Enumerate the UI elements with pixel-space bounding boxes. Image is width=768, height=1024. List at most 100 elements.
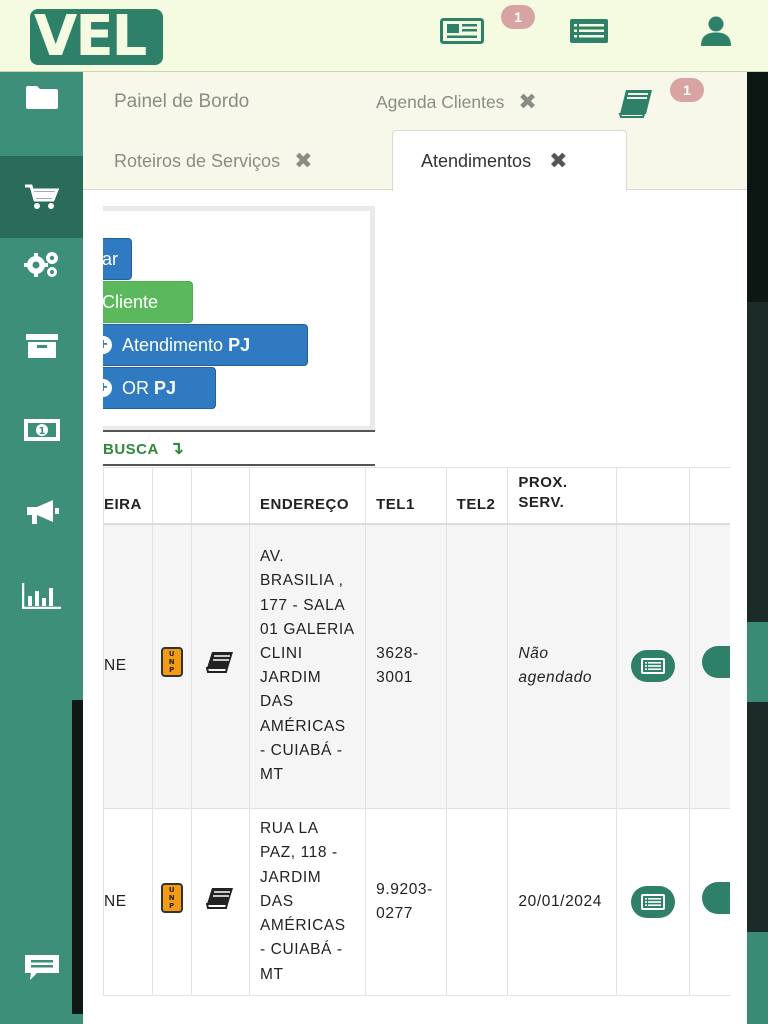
column-header: EIRA (103, 467, 153, 525)
tel1-cell: 9.9203-0277 (365, 808, 447, 996)
tab-label: Agenda Clientes (376, 91, 505, 112)
close-icon[interactable]: ✖ (549, 148, 567, 174)
close-icon[interactable]: ✖ (518, 89, 536, 115)
svg-text:N: N (169, 658, 175, 666)
prox-serv-cell: Não agendado (507, 523, 617, 809)
newspaper-icon[interactable] (440, 16, 484, 46)
sidebar-item-archive[interactable] (0, 306, 83, 386)
svg-text:U: U (169, 886, 175, 894)
close-icon[interactable]: ✖ (294, 148, 312, 174)
bar-chart-icon (21, 583, 61, 609)
svg-text:1: 1 (38, 426, 45, 437)
divider (103, 464, 375, 466)
busca-label: BUSCA (103, 441, 159, 458)
column-header (191, 467, 250, 525)
tab-label: Atendimentos (421, 150, 532, 171)
atendimentos-table: EIRA ENDEREÇO TEL1 TEL2 PROX. SERV. NE U… (103, 467, 747, 996)
list-card-icon (640, 893, 665, 910)
background-strip (747, 72, 768, 1024)
list-card-icon (640, 658, 665, 675)
new-atendimento-pj-button[interactable]: + Atendimento PJ (103, 324, 308, 366)
svg-text:N: N (169, 894, 175, 902)
svg-text:P: P (169, 902, 175, 910)
table-cell: NE (103, 523, 153, 809)
new-client-button[interactable]: Cliente (103, 281, 193, 323)
book-icon (205, 652, 234, 674)
column-header (615, 467, 690, 525)
button-label: Cliente (103, 291, 159, 312)
sidebar-item-chat[interactable] (0, 927, 83, 1007)
column-header: TEL2 (445, 467, 509, 525)
details-button[interactable] (630, 650, 675, 683)
top-bar: VEL 1 (0, 0, 768, 72)
table-row[interactable]: NE UNP AV. BRASILIA , 177 - SALA 01 GALE… (103, 523, 747, 809)
tel2-cell (445, 523, 509, 809)
button-label-bold: PJ (228, 334, 251, 355)
tab-agenda-clientes[interactable]: Agenda Clientes ✖ (376, 88, 537, 116)
archive-icon (25, 334, 58, 358)
chat-icon (24, 955, 59, 980)
sidebar-item-finance[interactable]: 1 (0, 390, 83, 470)
action-buttons-panel: ar Cliente + Atendimento PJ + OR PJ (103, 206, 375, 431)
table-cell (191, 808, 250, 996)
tab-label: Roteiros de Serviços (114, 150, 281, 171)
table-clip (730, 467, 747, 1007)
table-cell (191, 523, 250, 809)
button-label: ar (103, 248, 119, 269)
prox-serv-cell: 20/01/2024 (507, 808, 617, 996)
tel1-cell: 3628-3001 (365, 523, 447, 809)
book-icon (205, 887, 234, 909)
tab-bar: Painel de Bordo Agenda Clientes ✖ 1 Rote… (83, 72, 747, 191)
table-cell (615, 523, 690, 809)
table-row[interactable]: NE UNP RUA LA PAZ, 118 - JARDIM DAS AMÉR… (103, 808, 747, 996)
button-label: OR (122, 377, 149, 398)
money-icon: 1 (23, 419, 60, 441)
user-icon[interactable] (700, 16, 732, 46)
address-cell: RUA LA PAZ, 118 - JARDIM DAS AMÉRICAS - … (248, 808, 367, 996)
tab-painel-de-bordo[interactable]: Painel de Bordo (114, 88, 249, 116)
table-cell (615, 808, 690, 996)
new-or-pj-button[interactable]: + OR PJ (103, 367, 216, 409)
sidebar-item-reports[interactable] (0, 556, 83, 636)
arrow-down-icon: ↴ (168, 438, 185, 458)
megaphone-icon (26, 500, 59, 524)
main-panel: Painel de Bordo Agenda Clientes ✖ 1 Rote… (83, 72, 747, 1024)
column-header: PROX. SERV. (507, 467, 617, 525)
tab-atendimentos[interactable]: Atendimentos ✖ (392, 130, 627, 191)
tab-label: Painel de Bordo (114, 91, 250, 112)
column-header: ENDEREÇO (248, 467, 367, 525)
table-header-row: EIRA ENDEREÇO TEL1 TEL2 PROX. SERV. (103, 467, 747, 525)
sidebar-shadow (72, 700, 83, 1014)
svg-text:P: P (169, 666, 175, 674)
news-notification-badge: 1 (501, 5, 535, 29)
details-button[interactable] (630, 885, 675, 918)
search-button[interactable]: ar (103, 238, 132, 280)
plus-icon: + (103, 379, 112, 397)
table-cell: UNP (151, 808, 193, 996)
column-header: TEL1 (365, 467, 447, 525)
address-cell: AV. BRASILIA , 177 - SALA 01 GALERIA CLI… (248, 523, 367, 809)
sidebar: 1 (0, 72, 83, 1024)
plus-icon: + (103, 336, 112, 354)
button-label-bold: PJ (154, 377, 177, 398)
column-header (151, 467, 193, 525)
folder-icon (25, 86, 58, 109)
sidebar-item-settings[interactable] (0, 224, 83, 304)
svg-text:U: U (169, 650, 175, 658)
book-icon[interactable] (618, 88, 654, 123)
unp-badge-icon: UNP (160, 647, 183, 678)
tel2-cell (445, 808, 509, 996)
gears-icon (23, 252, 58, 277)
button-label: Atendimento (122, 334, 224, 355)
busca-toggle[interactable]: BUSCA ↴ (103, 438, 185, 459)
book-notification-badge: 1 (670, 78, 704, 102)
divider (103, 430, 375, 432)
sidebar-item-marketing[interactable] (0, 472, 83, 552)
tab-roteiros-de-servicos[interactable]: Roteiros de Serviços ✖ (114, 147, 313, 175)
cart-icon (24, 184, 59, 209)
table-cell: UNP (151, 523, 193, 809)
sidebar-item-folder[interactable] (0, 57, 83, 137)
list-card-icon[interactable] (570, 16, 608, 46)
unp-badge-icon: UNP (160, 882, 183, 913)
table-cell: NE (103, 808, 153, 996)
